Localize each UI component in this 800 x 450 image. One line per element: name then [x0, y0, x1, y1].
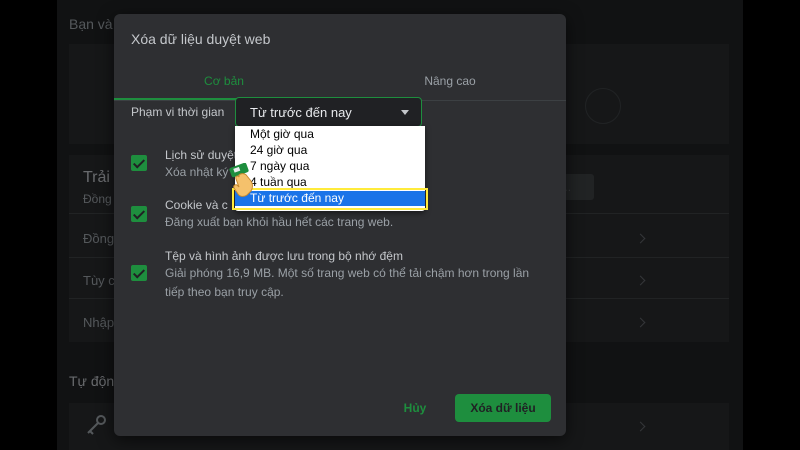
option-desc-cache: Giải phóng 16,9 MB. Một số trang web có … [165, 266, 530, 299]
hand-pointer-icon [229, 163, 253, 197]
option-last-7-days[interactable]: 7 ngày qua [235, 159, 425, 174]
dropdown-caret-icon [401, 110, 409, 115]
annotation-highlight-box [232, 188, 428, 210]
option-desc-history: Xóa nhật ký [165, 165, 229, 179]
cancel-button[interactable]: Hủy [391, 394, 439, 422]
clear-data-button[interactable]: Xóa dữ liệu [455, 394, 551, 422]
tab-advanced[interactable]: Nâng cao [334, 62, 566, 100]
option-title-cookies: Cookie và c [165, 198, 228, 212]
letterbox-left [0, 0, 57, 450]
dialog-title: Xóa dữ liệu duyệt web [131, 31, 271, 47]
time-range-label: Phạm vi thời gian [131, 105, 225, 119]
letterbox-right [743, 0, 800, 450]
option-last-hour[interactable]: Một giờ qua [235, 127, 425, 142]
option-title-cache: Tệp và hình ảnh được lưu trong bộ nhớ đệ… [165, 249, 403, 263]
option-title-history: Lịch sử duyệt [165, 148, 238, 162]
checkbox-cached-files[interactable] [131, 265, 147, 281]
clear-browsing-data-dialog: Xóa dữ liệu duyệt web Cơ bản Nâng cao Ph… [114, 14, 566, 436]
time-range-value: Từ trước đến nay [250, 105, 352, 120]
checkbox-cookies[interactable] [131, 206, 147, 222]
option-last-24-hours[interactable]: 24 giờ qua [235, 143, 425, 158]
tab-basic[interactable]: Cơ bản [114, 62, 334, 100]
option-desc-cookies: Đăng xuất bạn khỏi hầu hết các trang web… [165, 215, 394, 229]
checkbox-browsing-history[interactable] [131, 155, 147, 171]
time-range-select[interactable]: Từ trước đến nay [235, 97, 422, 127]
